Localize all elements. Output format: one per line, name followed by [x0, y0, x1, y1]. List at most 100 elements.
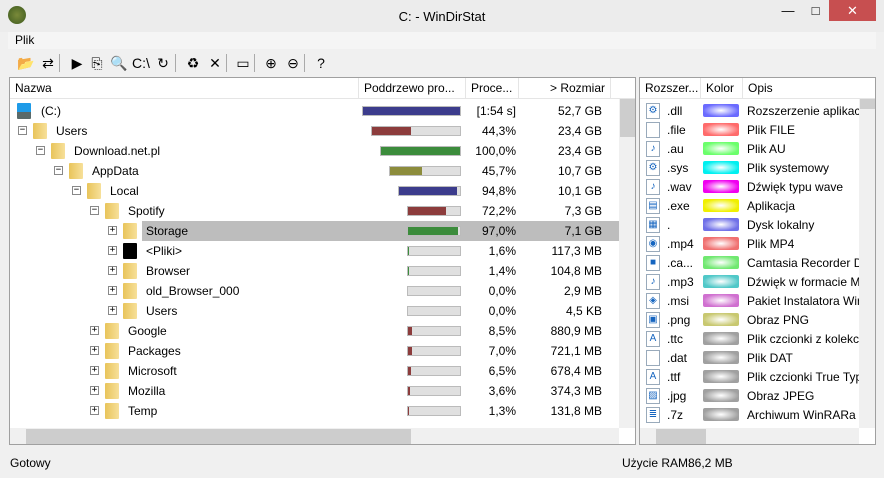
color-swatch — [703, 313, 739, 326]
file-type-icon: ▤ — [646, 198, 660, 214]
ext-horizontal-scrollbar[interactable] — [640, 428, 859, 444]
tree-vertical-scrollbar[interactable] — [619, 99, 635, 428]
expander-plus[interactable]: + — [108, 266, 117, 275]
extension-row[interactable]: A .ttf Plik czcionki True Typ — [640, 367, 859, 387]
scroll-thumb[interactable] — [26, 429, 411, 444]
expander-minus[interactable]: − — [54, 166, 63, 175]
subtree-bar-fill — [399, 187, 457, 195]
extension-description: Obraz PNG — [747, 313, 810, 327]
col-header-size[interactable]: > Rozmiar — [519, 78, 611, 99]
expander-minus[interactable]: − — [72, 186, 81, 195]
extension-row[interactable]: ▨ .jpg Obraz JPEG — [640, 386, 859, 406]
expander-plus[interactable]: + — [90, 386, 99, 395]
extension-row[interactable]: ▦. Dysk lokalny — [640, 215, 859, 235]
percent-value: 1,6% — [488, 244, 516, 258]
window-title: C: - WinDirStat — [398, 9, 486, 24]
expander-plus[interactable]: + — [108, 306, 117, 315]
copy-path-icon[interactable]: ⎘ — [87, 53, 107, 73]
tree-item-name: Users — [56, 124, 88, 138]
extension-row[interactable]: ◈ .msi Pakiet Instalatora Wir — [640, 291, 859, 311]
tree-row[interactable]: + Browser 1,4% 104,8 MB — [10, 261, 619, 281]
col-header-description[interactable]: Opis — [743, 78, 875, 99]
tree-row[interactable]: + old_Browser_000 0,0% 2,9 MB — [10, 281, 619, 301]
extension-row[interactable]: ▤ .exe Aplikacja — [640, 196, 859, 216]
tree-row[interactable]: + Temp 1,3% 131,8 MB — [10, 401, 619, 421]
tree-row[interactable]: + <Pliki> 1,6% 117,3 MB — [10, 241, 619, 261]
col-header-more[interactable] — [611, 78, 635, 99]
col-header-color[interactable]: Kolor — [701, 78, 743, 99]
expander-plus[interactable]: + — [90, 406, 99, 415]
tree-row[interactable]: + Users 0,0% 4,5 KB — [10, 301, 619, 321]
play-icon[interactable]: ▶ — [67, 53, 87, 73]
zoom-out-icon[interactable]: ⊖ — [283, 53, 303, 73]
scroll-thumb[interactable] — [860, 99, 875, 109]
size-value: 104,8 MB — [550, 264, 602, 278]
expander-plus[interactable]: + — [90, 366, 99, 375]
refresh-icon[interactable]: ↻ — [153, 53, 173, 73]
expander-minus[interactable]: − — [90, 206, 99, 215]
extension-row[interactable]: ≣ .7z Archiwum WinRARa — [640, 405, 859, 425]
file-type-icon: A — [646, 369, 660, 385]
extension-row[interactable]: ◉ .mp4 Plik MP4 — [640, 234, 859, 254]
subtree-bar — [389, 166, 461, 176]
expander-plus[interactable]: + — [108, 226, 117, 235]
extension-row[interactable]: ⚙ .sys Plik systemowy — [640, 158, 859, 178]
maximize-button[interactable]: □ — [802, 0, 829, 21]
tree-item-name: Google — [128, 324, 167, 338]
col-header-percent[interactable]: Proce... — [466, 78, 519, 99]
expander-minus[interactable]: − — [18, 126, 27, 135]
extension-row[interactable]: A .ttc Plik czcionki z kolekc — [640, 329, 859, 349]
extension-row[interactable]: ♪ .mp3 Dźwięk w formacie M — [640, 272, 859, 292]
col-header-extension[interactable]: Rozszer... — [640, 78, 701, 99]
extension-row[interactable]: .file Plik FILE — [640, 120, 859, 140]
tree-row[interactable]: + Google 8,5% 880,9 MB — [10, 321, 619, 341]
recycle-bin-icon[interactable]: ♻ — [183, 53, 203, 73]
refresh-all-icon[interactable]: ⇄ — [38, 53, 58, 73]
expander-plus[interactable]: + — [108, 286, 117, 295]
percent-value: 3,6% — [488, 384, 516, 398]
tree-row[interactable]: − Download.net.pl 100,0% 23,4 GB — [10, 141, 619, 161]
tree-row[interactable]: + Storage 97,0% 7,1 GB — [10, 221, 619, 241]
toolbar-separator — [304, 54, 305, 72]
tree-row[interactable]: + Packages 7,0% 721,1 MB — [10, 341, 619, 361]
extension-row[interactable]: .dat Plik DAT — [640, 348, 859, 368]
explorer-icon[interactable]: 🔍 — [109, 53, 129, 73]
tree-row[interactable]: + Mozilla 3,6% 374,3 MB — [10, 381, 619, 401]
tree-row[interactable]: + Microsoft 6,5% 678,4 MB — [10, 361, 619, 381]
open-icon[interactable]: 📂 — [16, 53, 36, 73]
help-icon[interactable]: ? — [311, 53, 331, 73]
expander-plus[interactable]: + — [90, 326, 99, 335]
delete-icon[interactable]: ✕ — [205, 53, 225, 73]
tree-row[interactable]: − Local 94,8% 10,1 GB — [10, 181, 619, 201]
zoom-in-icon[interactable]: ⊕ — [261, 53, 281, 73]
subtree-bar — [407, 386, 461, 396]
extension-row[interactable]: ⚙ .dll Rozszerzenie aplikacji — [640, 101, 859, 121]
col-header-name[interactable]: Nazwa — [10, 78, 359, 99]
menu-plik[interactable]: Plik — [15, 33, 34, 47]
tree-row[interactable]: − Spotify 72,2% 7,3 GB — [10, 201, 619, 221]
expander-plus[interactable]: + — [108, 246, 117, 255]
extension-row[interactable]: ♪ .au Plik AU — [640, 139, 859, 159]
scroll-thumb[interactable] — [620, 99, 635, 137]
extension-description: Dźwięk w formacie M — [747, 275, 859, 289]
close-button[interactable]: ✕ — [829, 0, 876, 21]
status-text: Gotowy — [10, 456, 51, 470]
tree-row[interactable]: − AppData 45,7% 10,7 GB — [10, 161, 619, 181]
color-swatch — [703, 351, 739, 364]
expander-plus[interactable]: + — [90, 346, 99, 355]
file-type-icon: ▣ — [646, 312, 660, 328]
minimize-button[interactable]: — — [774, 0, 802, 21]
tree-row[interactable]: − Users 44,3% 23,4 GB — [10, 121, 619, 141]
expander-minus[interactable]: − — [36, 146, 45, 155]
subtree-bar — [407, 406, 461, 416]
extension-row[interactable]: ♪ .wav Dźwięk typu wave — [640, 177, 859, 197]
scroll-thumb[interactable] — [656, 429, 706, 444]
cmd-icon[interactable]: C:\ — [131, 53, 151, 73]
extension-row[interactable]: ▣ .png Obraz PNG — [640, 310, 859, 330]
ext-vertical-scrollbar[interactable] — [859, 99, 875, 428]
col-header-subtree[interactable]: Poddrzewo pro... — [359, 78, 466, 99]
tree-horizontal-scrollbar[interactable] — [10, 428, 619, 444]
extension-row[interactable]: ■ .ca... Camtasia Recorder D — [640, 253, 859, 273]
tree-row[interactable]: (C:) [1:54 s] 52,7 GB — [10, 101, 619, 121]
properties-icon[interactable]: ▭ — [233, 53, 253, 73]
